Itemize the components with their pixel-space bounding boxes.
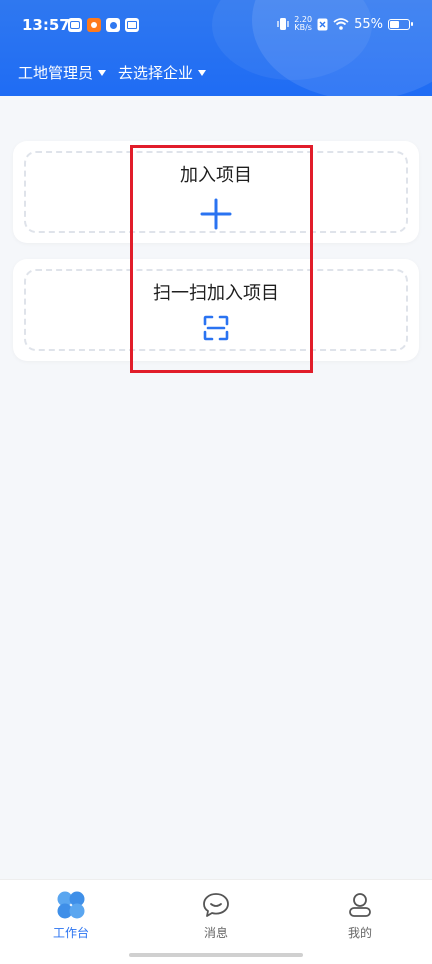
status-time: 13:57 — [22, 16, 70, 34]
company-dropdown-label: 去选择企业 — [118, 64, 194, 82]
role-dropdown[interactable]: 工地管理员 — [18, 62, 107, 83]
status-right: 2.20 KB/s 55% — [277, 15, 413, 32]
caret-down-icon — [198, 70, 207, 76]
tab-profile[interactable]: 我的 — [300, 890, 420, 948]
notification-icons — [68, 18, 139, 32]
network-speed: 2.20 KB/s — [294, 15, 313, 32]
scan-join-project-dropzone[interactable]: 扫一扫加入项目 — [24, 269, 408, 351]
header: 13:57 2.20 KB/s 55% 工地管理员 去选择企业 — [0, 0, 432, 96]
tab-messages-label: 消息 — [203, 926, 228, 940]
notification-app-icon — [68, 18, 82, 32]
caret-down-icon — [98, 70, 107, 76]
join-project-card[interactable]: 加入项目 — [13, 141, 419, 243]
scan-join-project-card[interactable]: 扫一扫加入项目 — [13, 259, 419, 361]
home-indicator[interactable] — [129, 953, 303, 957]
taobao-app-icon — [87, 18, 101, 32]
profile-icon — [349, 893, 371, 917]
wallet-app-icon — [125, 18, 139, 32]
bottom-tab-bar: 工作台 消息 我的 — [0, 879, 432, 964]
role-dropdown-label: 工地管理员 — [18, 64, 94, 82]
sim-icon — [317, 18, 328, 30]
join-project-label: 加入项目 — [180, 165, 252, 186]
tab-messages[interactable]: 消息 — [156, 890, 276, 948]
status-bar: 13:57 2.20 KB/s 55% — [0, 12, 432, 40]
battery-percent: 55% — [354, 16, 383, 32]
vibrate-icon — [277, 18, 289, 30]
scan-icon — [203, 315, 229, 341]
battery-icon — [388, 18, 413, 30]
tab-workbench-label: 工作台 — [52, 926, 89, 940]
workbench-icon — [57, 891, 85, 919]
join-project-dropzone[interactable]: 加入项目 — [24, 151, 408, 233]
plus-icon — [200, 198, 232, 230]
baidu-app-icon — [106, 18, 120, 32]
message-icon — [203, 893, 229, 917]
tab-profile-label: 我的 — [347, 926, 372, 940]
wifi-icon — [333, 18, 349, 30]
tab-workbench[interactable]: 工作台 — [11, 890, 131, 948]
company-dropdown[interactable]: 去选择企业 — [118, 62, 207, 83]
header-nav: 工地管理员 去选择企业 — [18, 62, 207, 83]
scan-join-project-label: 扫一扫加入项目 — [153, 283, 279, 304]
